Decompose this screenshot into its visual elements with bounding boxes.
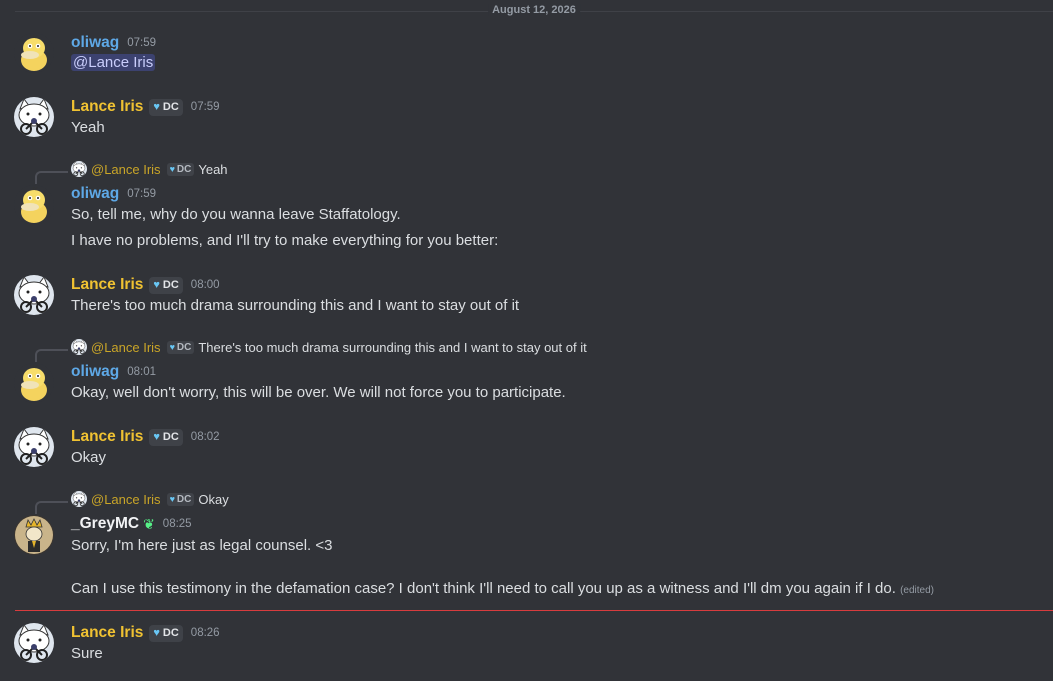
reply-text[interactable]: Yeah [198,162,227,177]
avatar[interactable] [14,275,54,315]
message-text-line: Can I use this testimony in the defamati… [71,580,934,597]
reply-preview[interactable]: @Lance Iris ♥ DC Yeah [71,161,228,177]
reply-preview[interactable]: @Lance Iris ♥ DC Okay [71,491,229,507]
avatar[interactable] [14,363,54,403]
date-divider: August 12, 2026 [15,4,1053,16]
message-text: Sure [71,645,103,662]
message-text: Okay, well don't worry, this will be ove… [71,384,566,401]
server-tag[interactable]: ♥ DC [149,98,183,116]
reply-spine [35,171,68,184]
timestamp: 08:26 [190,627,220,639]
server-tag[interactable]: ♥ DC [149,276,183,294]
timestamp: 07:59 [127,188,157,200]
reply-avatar [71,339,87,355]
reply-author[interactable]: @Lance Iris [91,492,161,507]
leaf-badge-icon[interactable]: ❦ [143,516,155,533]
message-text: Yeah [71,119,105,136]
reply-avatar [71,161,87,177]
username[interactable]: Lance Iris [71,276,143,294]
username[interactable]: _GreyMC [71,515,139,533]
reply-author[interactable]: @Lance Iris [91,340,161,355]
username[interactable]: Lance Iris [71,98,143,116]
reply-server-tag: ♥ DC [166,492,195,506]
username[interactable]: oliwag [71,185,119,203]
timestamp: 08:25 [162,518,192,530]
reply-spine [35,501,68,514]
avatar[interactable] [14,185,54,225]
reply-preview[interactable]: @Lance Iris ♥ DC There's too much drama s… [71,339,587,355]
reply-text[interactable]: There's too much drama surrounding this … [198,340,586,355]
username[interactable]: Lance Iris [71,624,143,642]
username[interactable]: oliwag [71,363,119,381]
username[interactable]: oliwag [71,34,119,52]
avatar[interactable] [14,427,54,467]
edited-label: (edited) [900,585,934,596]
timestamp: 07:59 [190,101,220,113]
server-tag[interactable]: ♥ DC [149,624,183,642]
avatar[interactable] [14,623,54,663]
reply-server-tag: ♥ DC [166,340,195,354]
message-text: So, tell me, why do you wanna leave Staf… [71,206,401,223]
reply-author[interactable]: @Lance Iris [91,162,161,177]
timestamp: 08:01 [127,366,157,378]
reply-avatar [71,491,87,507]
message-text: I have no problems, and I'll try to make… [71,232,499,249]
server-tag[interactable]: ♥ DC [149,428,183,446]
message-text: Okay [71,449,107,466]
heart-icon: ♥ [153,279,160,291]
timestamp: 08:00 [190,279,220,291]
reply-text[interactable]: Okay [198,492,228,507]
date-divider-label: August 12, 2026 [488,4,580,16]
username[interactable]: Lance Iris [71,428,143,446]
reply-spine [35,349,68,362]
reply-server-tag: ♥ DC [166,162,195,176]
timestamp: 07:59 [127,37,157,49]
heart-icon: ♥ [153,431,160,443]
heart-icon: ♥ [153,627,160,639]
message-text: Can I use this testimony in the defamati… [71,580,896,597]
heart-icon: ♥ [153,101,160,113]
user-mention[interactable]: @Lance Iris [71,54,156,71]
avatar[interactable] [14,33,54,73]
avatar[interactable] [14,515,54,555]
avatar[interactable] [14,97,54,137]
message-text: There's too much drama surrounding this … [71,297,520,314]
message-text: Sorry, I'm here just as legal counsel. <… [71,537,333,554]
timestamp: 08:02 [190,431,220,443]
new-messages-divider [15,610,1053,611]
